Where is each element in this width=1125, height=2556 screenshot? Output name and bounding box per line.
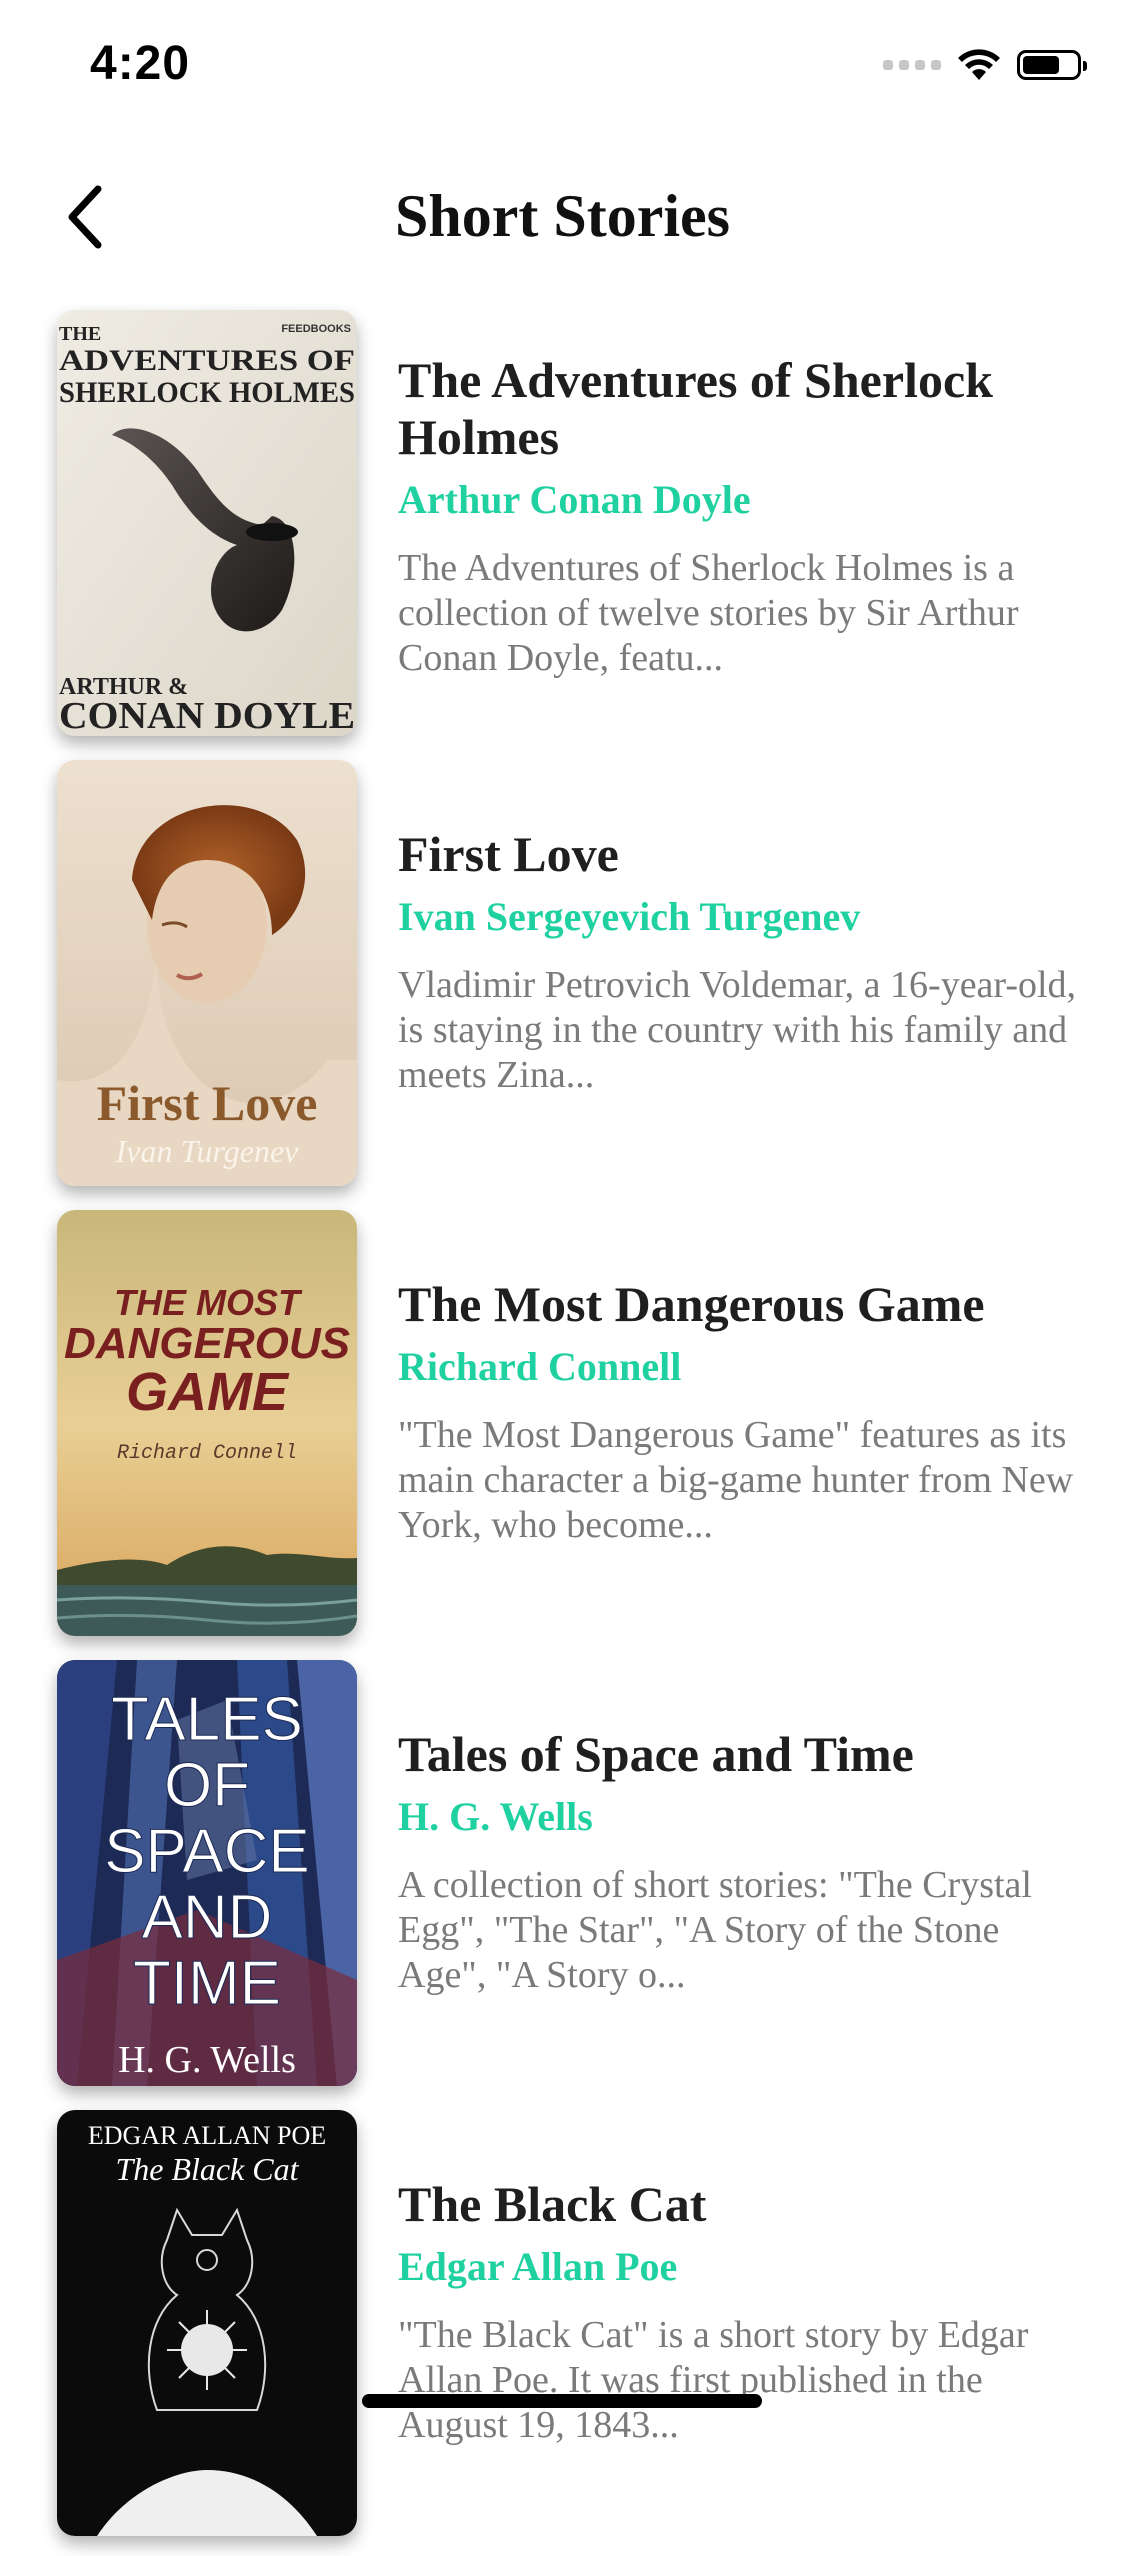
svg-text:SPACE: SPACE: [104, 1817, 310, 1886]
book-cover-image: THE MOST DANGEROUS GAME Richard Connell: [57, 1210, 357, 1636]
home-indicator[interactable]: [362, 2394, 762, 2408]
book-author: Ivan Sergeyevich Turgenev: [398, 894, 861, 939]
status-bar: 4:20: [0, 0, 1125, 140]
book-title: First Love: [398, 826, 619, 882]
svg-text:First Love: First Love: [97, 1075, 318, 1131]
svg-text:ADVENTURES OF: ADVENTURES OF: [59, 344, 355, 377]
book-info: The Adventures of Sherlock Holmes Arthur…: [398, 352, 1085, 681]
battery-icon: [1017, 50, 1087, 80]
svg-text:AND: AND: [142, 1883, 273, 1952]
svg-text:OF: OF: [164, 1751, 250, 1820]
book-author: Arthur Conan Doyle: [398, 477, 751, 522]
book-item-sherlock-holmes[interactable]: FEEDBOOKS THE ADVENTURES OF SHERLOCK HOL…: [0, 306, 1125, 756]
status-time: 4:20: [90, 37, 191, 90]
svg-text:GAME: GAME: [126, 1362, 290, 1422]
book-cover-image: First Love Ivan Turgenev: [57, 760, 357, 1186]
svg-text:Ivan Turgenev: Ivan Turgenev: [115, 1133, 300, 1169]
cellular-signal-icon: [883, 60, 941, 70]
book-description: Vladimir Petrovich Voldemar, a 16-year-o…: [398, 964, 1077, 1096]
book-author: Edgar Allan Poe: [398, 2244, 678, 2289]
svg-text:TIME: TIME: [133, 1949, 281, 2018]
svg-text:FEEDBOOKS: FEEDBOOKS: [281, 323, 351, 335]
book-title: The Adventures of Sherlock Holmes: [398, 352, 993, 465]
svg-text:SHERLOCK HOLMES: SHERLOCK HOLMES: [59, 376, 355, 409]
wifi-icon: [958, 49, 1000, 80]
book-description: "The Most Dangerous Game" features as it…: [398, 1414, 1074, 1546]
book-description: A collection of short stories: "The Crys…: [398, 1864, 1032, 1996]
book-title: Tales of Space and Time: [398, 1726, 914, 1782]
book-item-tales-of-space-and-time[interactable]: TALES OF SPACE AND TIME H. G. Wells Tale…: [0, 1656, 1125, 2106]
book-item-first-love[interactable]: First Love Ivan Turgenev First Love Ivan…: [0, 756, 1125, 1206]
book-title: The Black Cat: [398, 2176, 707, 2232]
book-title: The Most Dangerous Game: [398, 1276, 985, 1332]
svg-text:TALES: TALES: [111, 1685, 303, 1754]
svg-text:EDGAR ALLAN POE: EDGAR ALLAN POE: [88, 2121, 326, 2150]
svg-text:H. G. Wells: H. G. Wells: [118, 2039, 296, 2081]
book-cover-image: FEEDBOOKS THE ADVENTURES OF SHERLOCK HOL…: [57, 310, 357, 736]
svg-text:CONAN DOYLE: CONAN DOYLE: [59, 695, 355, 736]
book-description: "The Black Cat" is a short story by Edga…: [398, 2314, 1029, 2446]
svg-text:Richard Connell: Richard Connell: [117, 1442, 297, 1465]
navigation-bar: Short Stories: [0, 160, 1125, 270]
book-info: First Love Ivan Sergeyevich Turgenev Vla…: [398, 826, 1085, 1098]
svg-text:THE MOST: THE MOST: [114, 1282, 303, 1323]
book-cover-image: EDGAR ALLAN POE The Black Cat: [57, 2110, 357, 2536]
svg-text:DANGEROUS: DANGEROUS: [64, 1319, 350, 1368]
book-author: Richard Connell: [398, 1344, 682, 1389]
book-cover-image: TALES OF SPACE AND TIME H. G. Wells: [57, 1660, 357, 2086]
svg-text:THE: THE: [59, 323, 101, 345]
book-description: The Adventures of Sherlock Holmes is a c…: [398, 547, 1019, 679]
book-item-most-dangerous-game[interactable]: THE MOST DANGEROUS GAME Richard Connell …: [0, 1206, 1125, 1656]
status-icons: [883, 48, 1087, 82]
book-info: Tales of Space and Time H. G. Wells A co…: [398, 1726, 1085, 1998]
book-author: H. G. Wells: [398, 1794, 593, 1839]
book-list: FEEDBOOKS THE ADVENTURES OF SHERLOCK HOL…: [0, 306, 1125, 2556]
svg-text:The Black Cat: The Black Cat: [115, 2151, 299, 2187]
book-info: The Most Dangerous Game Richard Connell …: [398, 1276, 1085, 1548]
page-title: Short Stories: [395, 183, 730, 249]
book-item-black-cat[interactable]: EDGAR ALLAN POE The Black Cat The Black …: [0, 2106, 1125, 2556]
